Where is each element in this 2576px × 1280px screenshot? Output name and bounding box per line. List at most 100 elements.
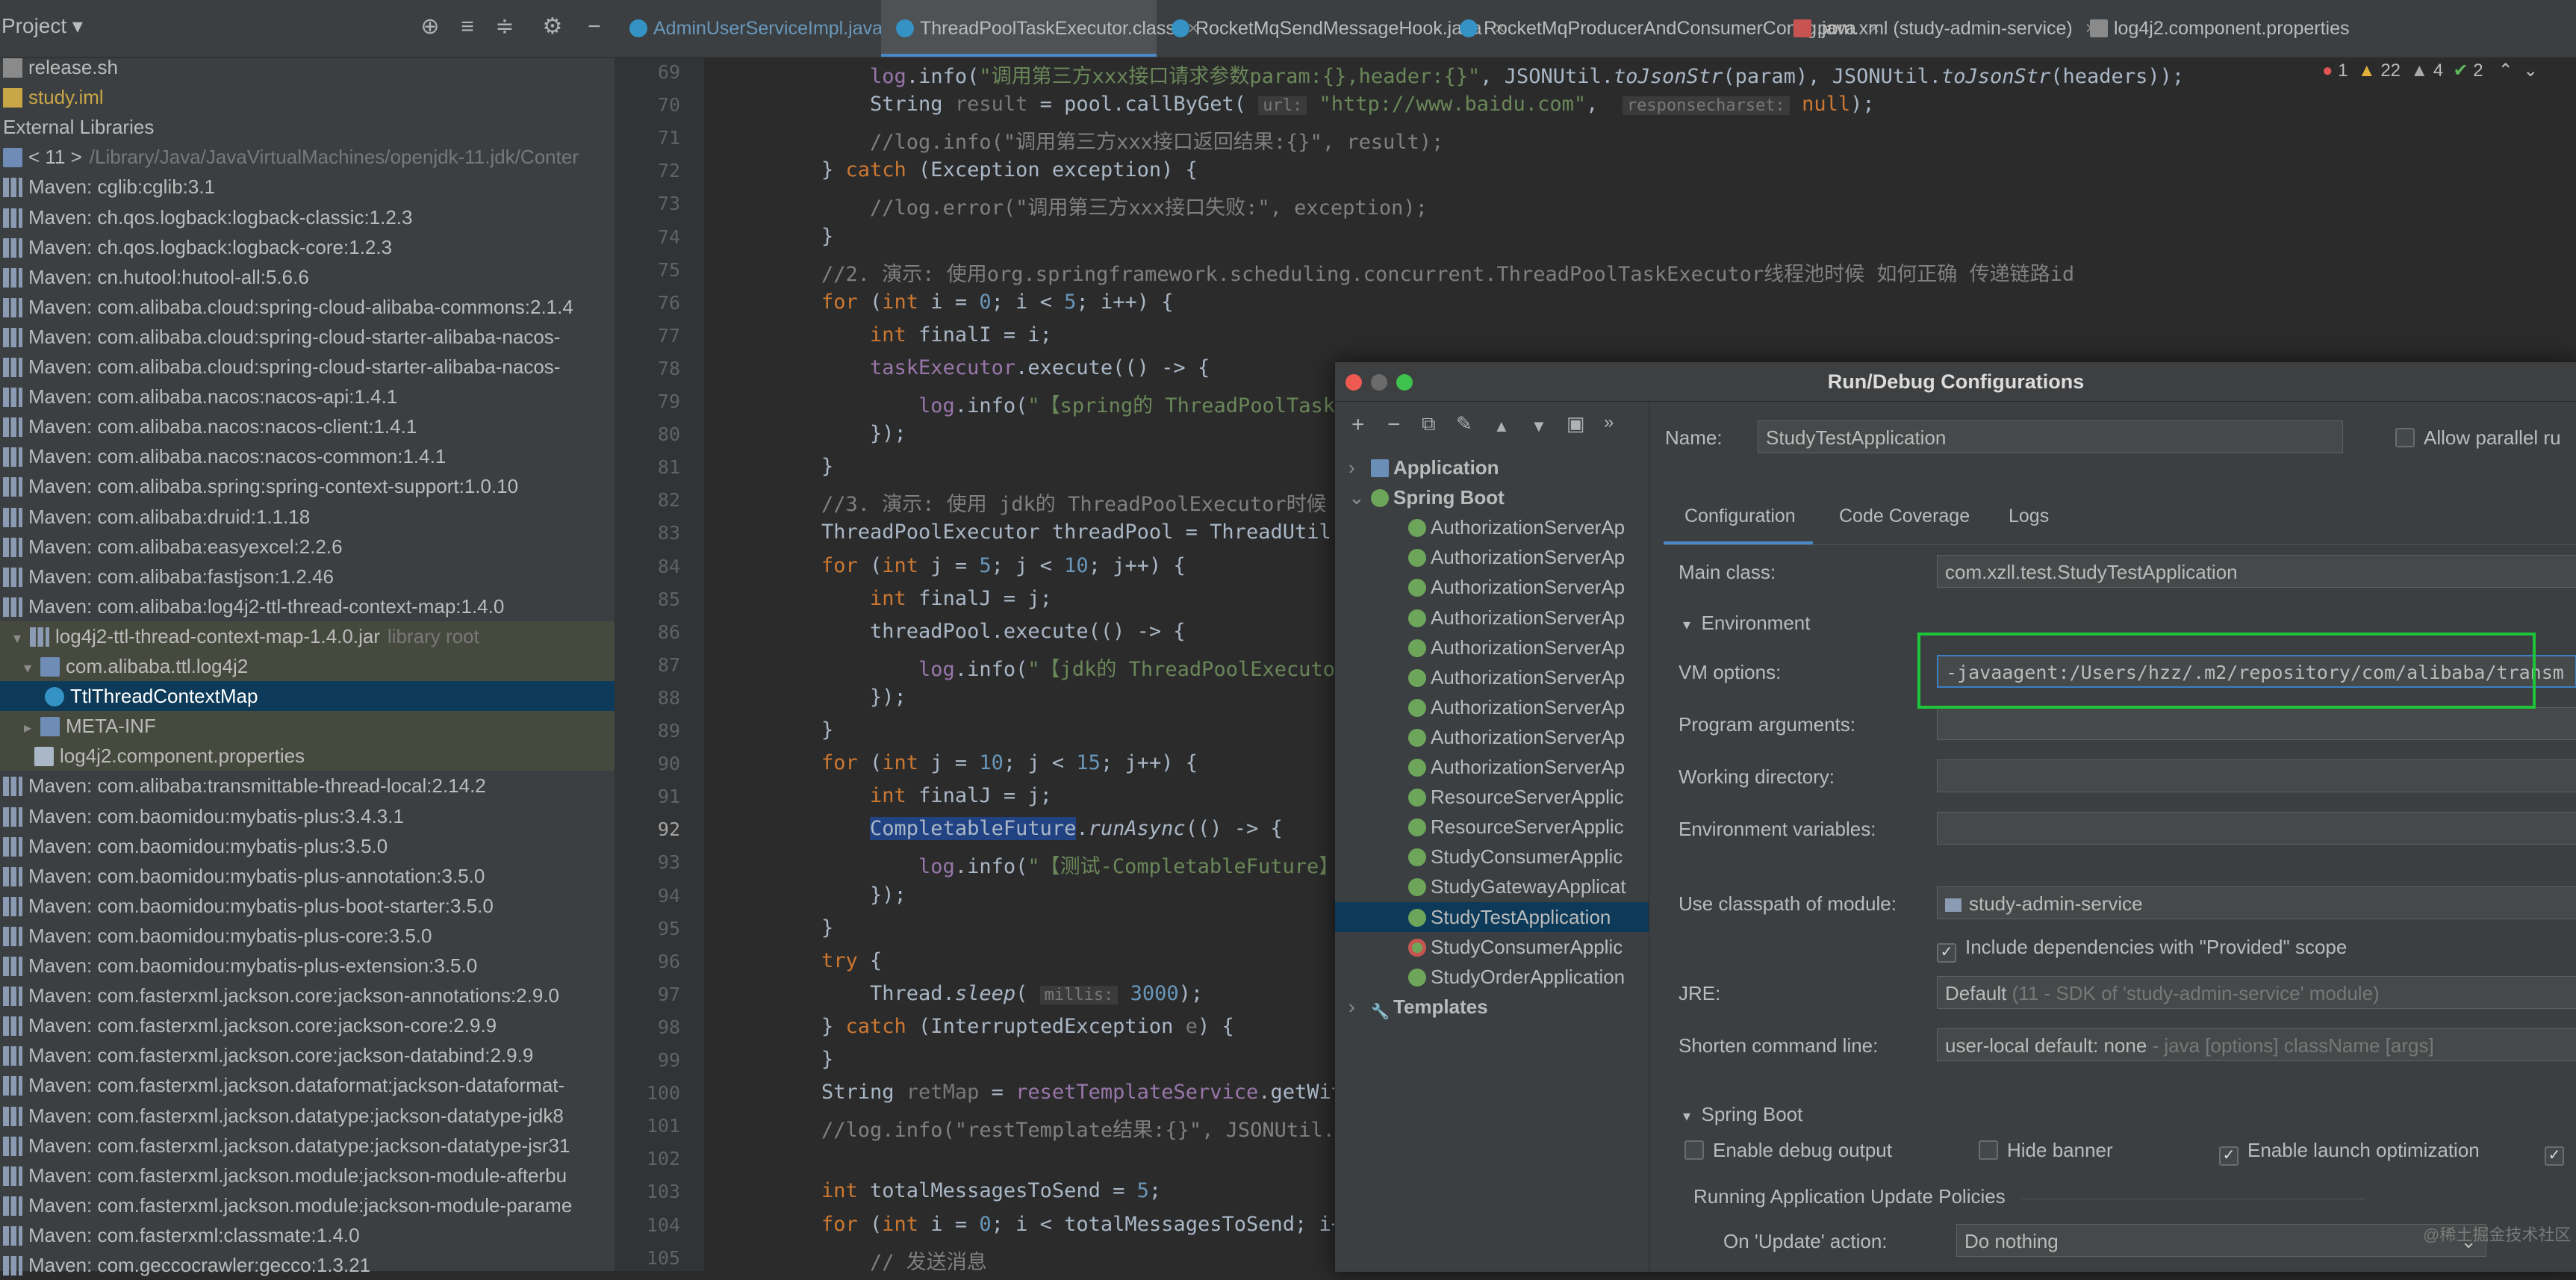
add-icon[interactable]: + <box>1351 412 1365 438</box>
code-line[interactable]: log.info("【测试-CompletableFuture】 <box>821 850 1339 879</box>
tree-item[interactable]: Maven: com.fasterxml.jackson.module:jack… <box>0 1161 617 1190</box>
code-line[interactable]: } <box>821 718 833 742</box>
config-tree-item[interactable]: AuthorizationServerAp <box>1335 692 1649 722</box>
tree-item[interactable]: Maven: com.fasterxml.jackson.core:jackso… <box>0 1040 617 1070</box>
main-class-field[interactable]: com.xzll.test.StudyTestApplication <box>1937 555 2576 588</box>
tree-item[interactable]: Maven: com.alibaba:easyexcel:2.2.6 <box>0 532 617 562</box>
code-line[interactable]: int finalJ = j; <box>821 587 1052 610</box>
tree-item[interactable]: Maven: com.fasterxml.jackson.datatype:ja… <box>0 1131 617 1161</box>
tree-item[interactable]: Maven: com.baomidou:mybatis-plus:3.5.0 <box>0 831 617 861</box>
classpath-module-select[interactable]: study-admin-service <box>1937 886 2576 919</box>
config-tree-item[interactable]: AuthorizationServerAp <box>1335 752 1649 782</box>
editor-tab[interactable]: pom.xml (study-admin-service) × <box>1779 0 2096 57</box>
zoom-window-button[interactable] <box>1396 374 1413 391</box>
code-line[interactable]: for (int j = 5; j < 10; j++) { <box>821 554 1186 577</box>
chevron-down-icon[interactable]: ⌄ <box>2523 60 2538 81</box>
minimize-window-button[interactable] <box>1371 374 1387 391</box>
environment-section[interactable]: ▾ Environment <box>1683 612 1810 635</box>
code-line[interactable]: } <box>821 916 833 939</box>
config-tree-item[interactable]: AuthorizationServerAp <box>1335 633 1649 662</box>
tree-item[interactable]: Maven: com.fasterxml.jackson.module:jack… <box>0 1190 617 1220</box>
move-down-icon[interactable]: ▼ <box>1531 417 1547 436</box>
allow-parallel-checkbox[interactable]: Allow parallel ru <box>2395 426 2561 450</box>
hide-panel-icon[interactable]: − <box>579 12 609 42</box>
config-tree-item[interactable]: StudyConsumerApplic <box>1335 932 1649 962</box>
hide-banner-checkbox[interactable]: Hide banner <box>1979 1139 2113 1162</box>
config-tree-item[interactable]: AuthorizationServerAp <box>1335 722 1649 752</box>
config-tree-item[interactable]: ResourceServerApplic <box>1335 782 1649 812</box>
tree-item[interactable]: Maven: com.baomidou:mybatis-plus-boot-st… <box>0 891 617 921</box>
tree-item[interactable]: Maven: com.baomidou:mybatis-plus-extensi… <box>0 951 617 981</box>
tree-item[interactable]: Maven: com.alibaba:log4j2-ttl-thread-con… <box>0 591 617 621</box>
editor-tab[interactable]: ThreadPoolTaskExecutor.class × <box>881 0 1198 57</box>
editor-tab[interactable]: RocketMqSendMessageHook.java × <box>1157 0 1505 57</box>
code-line[interactable]: log.info("【jdk的 ThreadPoolExecuto <box>821 653 1335 682</box>
code-line[interactable]: //log.info("restTemplate结果:{}", JSONUtil… <box>821 1113 1335 1143</box>
config-tree-item[interactable]: AuthorizationServerAp <box>1335 572 1649 602</box>
tree-item[interactable]: Maven: ch.qos.logback:logback-core:1.2.3 <box>0 232 617 262</box>
code-line[interactable]: int finalJ = j; <box>821 784 1052 807</box>
config-tree-item[interactable]: ⌄ Spring Boot <box>1335 482 1649 512</box>
code-line[interactable]: } catch (Exception exception) { <box>821 158 1198 181</box>
tree-item[interactable]: Maven: com.fasterxml.jackson.core:jackso… <box>0 981 617 1010</box>
name-field[interactable]: StudyTestApplication <box>1758 420 2343 453</box>
chevron-right-icon[interactable]: ▸ <box>24 713 40 741</box>
config-tree-item[interactable]: AuthorizationServerAp <box>1335 512 1649 542</box>
tree-item[interactable]: Maven: com.fasterxml.jackson.dataformat:… <box>0 1070 617 1100</box>
tree-item[interactable]: Maven: com.alibaba.cloud:spring-cloud-st… <box>0 322 617 352</box>
editor-tab[interactable]: AdminUserServiceImpl.java × <box>615 0 906 57</box>
code-line[interactable]: //3. 演示: 使用 jdk的 ThreadPoolExecutor时候 <box>821 488 1327 517</box>
remove-icon[interactable]: − <box>1387 412 1401 438</box>
code-line[interactable]: try { <box>821 949 882 972</box>
spring-boot-section[interactable]: ▾ Spring Boot <box>1683 1103 1802 1126</box>
code-line[interactable]: //log.info("调用第三方xxx接口返回结果:{}", result); <box>821 125 1443 155</box>
tree-item[interactable]: ▸ META-INF <box>0 711 638 742</box>
tree-item[interactable]: TtlThreadContextMap <box>0 681 659 712</box>
config-tree-item[interactable]: StudyGatewayApplicat <box>1335 872 1649 901</box>
chevron-down-icon[interactable]: ⌄ <box>1348 482 1371 512</box>
tree-item[interactable]: Maven: com.baomidou:mybatis-plus-core:3.… <box>0 921 617 951</box>
tree-item[interactable]: Maven: com.geccocrawler:gecco:1.3.21 <box>0 1250 617 1280</box>
code-line[interactable]: //log.error("调用第三方xxx接口失败:", exception); <box>821 191 1428 220</box>
jre-select[interactable]: Default (11 - SDK of 'study-admin-servic… <box>1937 976 2576 1009</box>
code-line[interactable]: int totalMessagesToSend = 5; <box>821 1179 1161 1202</box>
tree-item[interactable]: < 11 > /Library/Java/JavaVirtualMachines/… <box>0 142 617 172</box>
enable-debug-checkbox[interactable]: Enable debug output <box>1684 1139 1892 1162</box>
on-update-select[interactable]: Do nothing ⌄ <box>1956 1224 2486 1257</box>
editor-tab[interactable]: RocketMqProducerAndConsumerConfig.java × <box>1445 0 1879 57</box>
tree-item[interactable]: Maven: cglib:cglib:3.1 <box>0 172 617 202</box>
tree-item[interactable]: ▾ com.alibaba.ttl.log4j2 <box>0 651 638 681</box>
chevron-right-icon[interactable]: › <box>1348 992 1371 1022</box>
shorten-command-select[interactable]: user-local default: none - java [options… <box>1937 1028 2576 1061</box>
tree-item[interactable]: Maven: com.alibaba.cloud:spring-cloud-st… <box>0 352 617 382</box>
code-line[interactable]: CompletableFuture.runAsync(() -> { <box>821 817 1283 841</box>
code-line[interactable]: } <box>821 455 833 478</box>
code-line[interactable]: log.info("【spring的 ThreadPoolTask <box>821 389 1335 418</box>
config-tree-item[interactable]: StudyOrderApplication <box>1335 962 1649 992</box>
tree-item[interactable]: Maven: com.alibaba:druid:1.1.18 <box>0 502 617 532</box>
tree-item[interactable]: Maven: com.fasterxml:classmate:1.4.0 <box>0 1220 617 1250</box>
tree-item[interactable]: log4j2.component.properties <box>0 741 649 771</box>
chevron-up-icon[interactable]: ⌃ <box>2498 60 2513 81</box>
tree-item[interactable]: Maven: com.alibaba.nacos:nacos-client:1.… <box>0 411 617 441</box>
folder-icon[interactable]: ▣ <box>1567 412 1585 435</box>
code-line[interactable]: }); <box>821 422 906 445</box>
collapse-all-icon[interactable]: ≑ <box>490 12 520 42</box>
code-line[interactable]: }); <box>821 883 906 907</box>
code-line[interactable]: } <box>821 225 833 248</box>
tab-configuration[interactable]: Configuration <box>1684 506 1796 527</box>
code-line[interactable]: threadPool.execute(() -> { <box>821 620 1186 643</box>
code-line[interactable]: String retMap = resetTemplateService.get… <box>821 1081 1343 1104</box>
tree-item[interactable]: External Libraries <box>0 112 617 142</box>
tree-item[interactable]: Maven: com.alibaba:fastjson:1.2.46 <box>0 562 617 591</box>
code-line[interactable]: //2. 演示: 使用org.springframework.schedulin… <box>821 258 2074 287</box>
tree-item[interactable]: Maven: com.fasterxml.jackson.core:jackso… <box>0 1010 617 1040</box>
code-line[interactable]: Thread.sleep( millis: 3000); <box>821 982 1203 1005</box>
chevron-right-icon[interactable]: › <box>1348 453 1371 482</box>
config-tree-item[interactable]: ResourceServerApplic <box>1335 812 1649 842</box>
tree-item[interactable]: Maven: com.alibaba.spring:spring-context… <box>0 471 617 501</box>
tab-logs[interactable]: Logs <box>2009 506 2049 527</box>
project-view-selector[interactable]: Project ▾ <box>1 13 83 38</box>
config-tree-item[interactable]: AuthorizationServerAp <box>1335 603 1649 633</box>
working-directory-field[interactable] <box>1937 759 2576 792</box>
